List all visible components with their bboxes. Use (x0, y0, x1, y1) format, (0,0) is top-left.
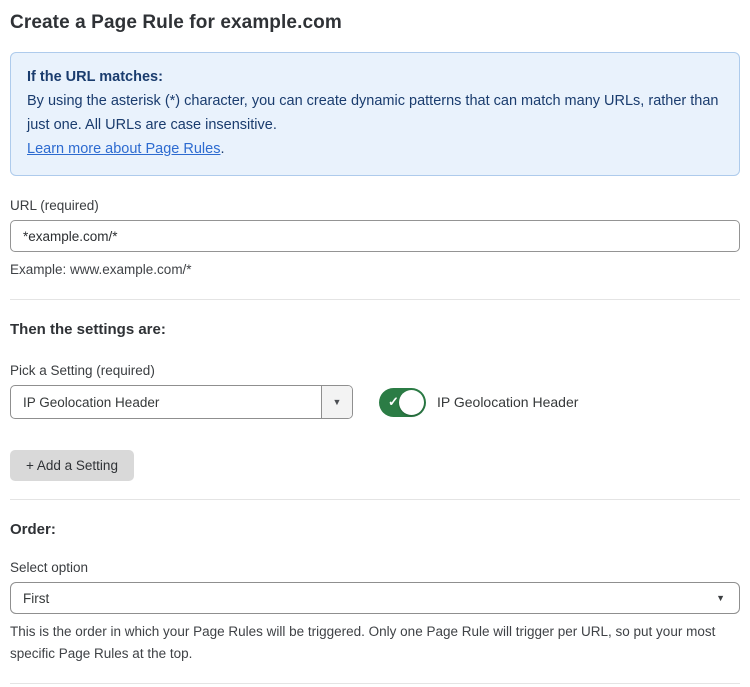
settings-section-heading: Then the settings are: (10, 321, 740, 338)
info-box-link-line: Learn more about Page Rules. (27, 137, 723, 161)
order-select-label: Select option (10, 560, 740, 575)
info-box-heading: If the URL matches: (27, 65, 723, 89)
toggle-knob (399, 390, 424, 415)
add-setting-button[interactable]: + Add a Setting (10, 450, 134, 481)
setting-row: IP Geolocation Header ▼ ✓ IP Geolocation… (10, 385, 740, 419)
pick-setting-label: Pick a Setting (required) (10, 363, 740, 378)
url-input[interactable] (10, 220, 740, 252)
order-select-value: First (23, 591, 49, 606)
url-match-info-box: If the URL matches: By using the asteris… (10, 52, 740, 176)
learn-more-link[interactable]: Learn more about Page Rules (27, 141, 220, 157)
order-section-heading: Order: (10, 521, 740, 538)
setting-dropdown[interactable]: IP Geolocation Header ▼ (10, 385, 353, 419)
divider (10, 499, 740, 500)
url-field-label: URL (required) (10, 198, 740, 213)
setting-dropdown-value: IP Geolocation Header (11, 386, 321, 418)
chevron-down-icon: ▼ (716, 593, 725, 603)
divider (10, 683, 740, 684)
order-helper-text: This is the order in which your Page Rul… (10, 621, 740, 665)
setting-dropdown-button[interactable]: ▼ (321, 386, 352, 418)
divider (10, 299, 740, 300)
ip-geolocation-toggle[interactable]: ✓ (379, 388, 426, 417)
chevron-down-icon: ▼ (333, 397, 342, 407)
link-suffix: . (220, 141, 224, 157)
url-example-helper: Example: www.example.com/* (10, 259, 740, 281)
order-select[interactable]: First ▼ (10, 582, 740, 614)
page-rule-form: Create a Page Rule for example.com If th… (0, 0, 750, 687)
info-box-body: By using the asterisk (*) character, you… (27, 89, 723, 137)
page-title: Create a Page Rule for example.com (10, 12, 740, 34)
check-icon: ✓ (388, 394, 399, 410)
toggle-label: IP Geolocation Header (437, 394, 578, 410)
